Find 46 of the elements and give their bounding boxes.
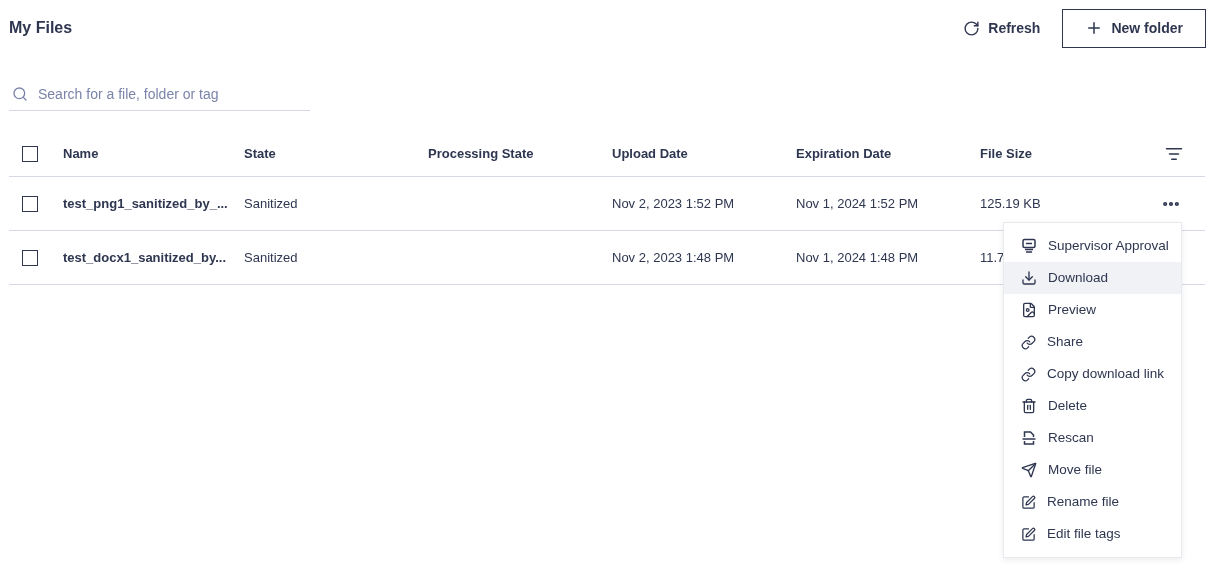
column-header[interactable]: Processing State bbox=[428, 145, 534, 161]
column-header[interactable]: File Size bbox=[980, 145, 1033, 161]
file-name[interactable]: test_png1_sanitized_by_... bbox=[63, 195, 228, 211]
table-cell: Nov 2, 2023 1:52 PM bbox=[612, 195, 735, 211]
table-cell: Sanitized bbox=[244, 249, 298, 265]
checkbox[interactable] bbox=[22, 195, 38, 212]
search-input[interactable]: Search for a file, folder or tag bbox=[38, 83, 310, 105]
search-field[interactable]: Search for a file, folder or tag bbox=[9, 78, 310, 111]
menu-item[interactable]: Download bbox=[1004, 262, 1181, 294]
link-icon bbox=[1021, 366, 1036, 382]
monitor-icon bbox=[1021, 238, 1037, 254]
image-file-icon bbox=[1021, 302, 1037, 318]
menu-item[interactable]: Edit file tags bbox=[1004, 518, 1181, 550]
link-icon bbox=[1021, 334, 1036, 350]
refresh-button[interactable]: Refresh bbox=[963, 17, 1041, 39]
page-title: My Files bbox=[9, 18, 73, 38]
paper-plane-icon bbox=[1021, 462, 1037, 478]
menu-item[interactable]: Copy download link bbox=[1004, 358, 1181, 390]
column-header[interactable]: Upload Date bbox=[612, 145, 688, 161]
menu-item[interactable]: Rename file bbox=[1004, 486, 1181, 518]
column-header[interactable]: State bbox=[244, 145, 276, 161]
table-cell: 11.7 bbox=[980, 249, 1005, 265]
menu-item[interactable]: Delete bbox=[1004, 390, 1181, 422]
menu-item[interactable]: Move file bbox=[1004, 454, 1181, 486]
checkbox[interactable] bbox=[22, 145, 38, 162]
menu-item[interactable]: Supervisor Approval bbox=[1004, 230, 1181, 262]
edit-icon bbox=[1021, 494, 1036, 510]
table-cell: Nov 1, 2024 1:52 PM bbox=[796, 195, 919, 211]
download-icon bbox=[1021, 270, 1037, 286]
file-name[interactable]: test_docx1_sanitized_by... bbox=[63, 249, 227, 265]
search-icon bbox=[12, 86, 28, 102]
column-header[interactable]: Expiration Date bbox=[796, 145, 892, 161]
scan-icon bbox=[1021, 430, 1037, 446]
table-cell: Nov 2, 2023 1:48 PM bbox=[612, 249, 735, 265]
column-header[interactable]: Name bbox=[63, 145, 99, 161]
menu-item[interactable]: Share bbox=[1004, 326, 1181, 358]
refresh-icon bbox=[963, 19, 981, 37]
trash-icon bbox=[1021, 398, 1037, 414]
edit-icon bbox=[1021, 526, 1036, 542]
checkbox[interactable] bbox=[22, 249, 38, 266]
new-folder-button[interactable]: New folder bbox=[1062, 8, 1206, 48]
table-cell: 125.19 KB bbox=[980, 195, 1041, 211]
menu-item[interactable]: Rescan bbox=[1004, 422, 1181, 454]
table-cell: Nov 1, 2024 1:48 PM bbox=[796, 249, 919, 265]
table-cell: Sanitized bbox=[244, 195, 298, 211]
menu-item[interactable]: Preview bbox=[1004, 294, 1181, 326]
